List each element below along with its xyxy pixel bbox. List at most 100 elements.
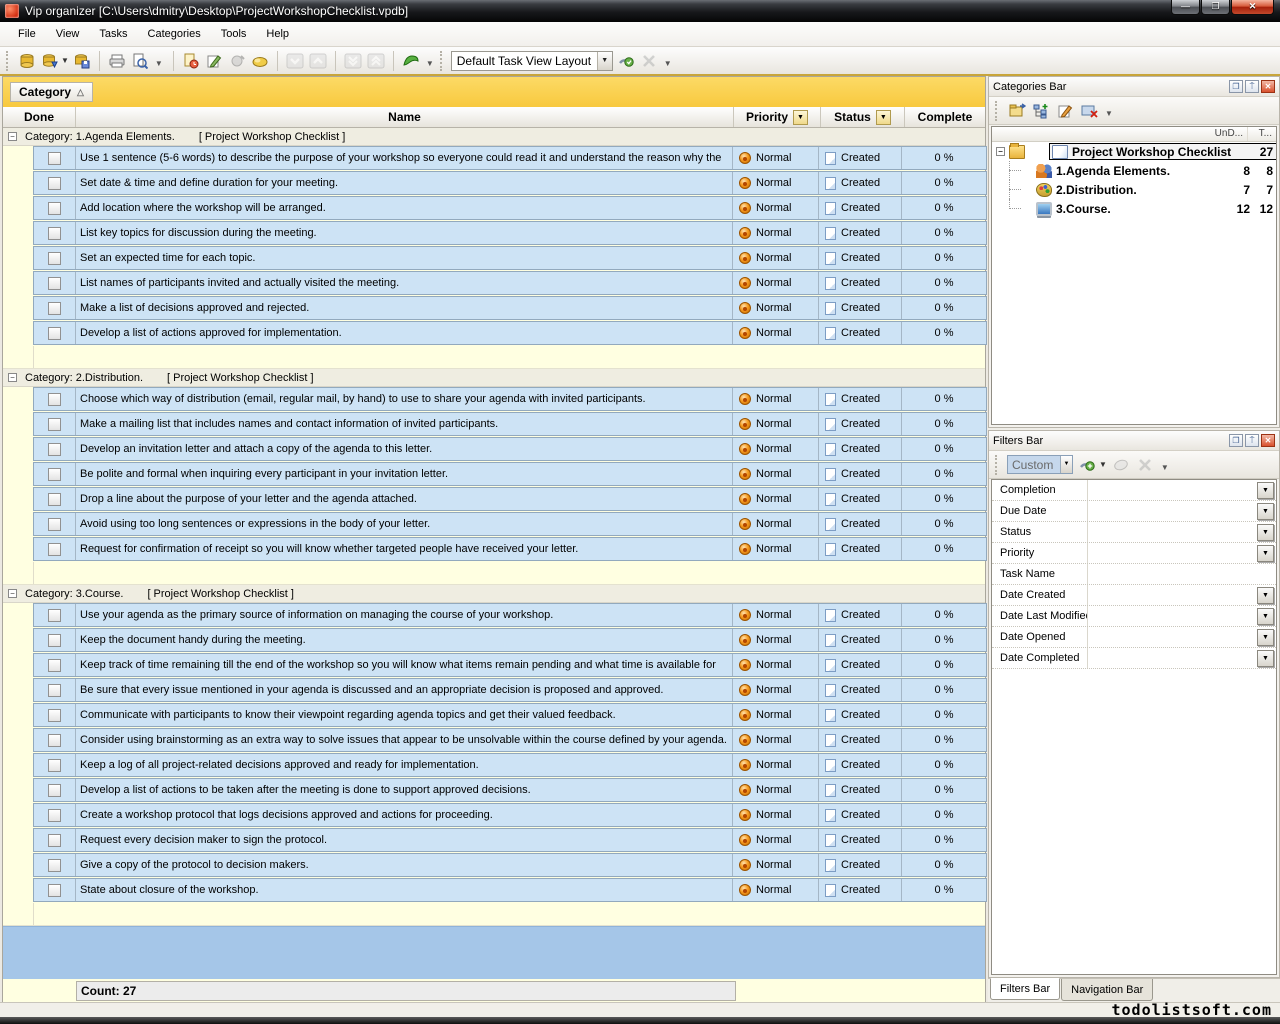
layout-overflow[interactable]: ▼ — [664, 59, 672, 68]
done-checkbox[interactable] — [48, 634, 61, 647]
new-database-button[interactable] — [17, 51, 37, 71]
done-checkbox[interactable] — [48, 302, 61, 315]
panel-close-icon[interactable]: ✕ — [1261, 434, 1275, 447]
filter-row-dropdown[interactable]: ▼ — [1257, 545, 1274, 562]
filter-row-dropdown[interactable]: ▼ — [1257, 608, 1274, 625]
done-checkbox[interactable] — [48, 659, 61, 672]
task-row[interactable]: Avoid using too long sentences or expres… — [33, 512, 987, 536]
task-row[interactable]: Request every decision maker to sign the… — [33, 828, 987, 852]
done-checkbox[interactable] — [48, 177, 61, 190]
clear-filter-button[interactable] — [1111, 455, 1131, 475]
filter-preset-combo[interactable]: Custom ▼ — [1007, 455, 1073, 474]
done-checkbox[interactable] — [48, 884, 61, 897]
done-checkbox[interactable] — [48, 227, 61, 240]
move-bottom-button[interactable] — [343, 51, 363, 71]
move-down-button[interactable] — [285, 51, 305, 71]
collapse-icon[interactable]: − — [8, 132, 17, 141]
move-up-button[interactable] — [308, 51, 328, 71]
filter-row-dropdown[interactable]: ▼ — [1257, 482, 1274, 499]
menu-item-tools[interactable]: Tools — [211, 24, 257, 44]
done-checkbox[interactable] — [48, 709, 61, 722]
task-row[interactable]: Set date & time and define duration for … — [33, 171, 987, 195]
new-task-button[interactable] — [181, 51, 201, 71]
column-header-status[interactable]: Status▼ — [821, 107, 905, 127]
tree-category-item[interactable]: 2.Distribution. 7 7 — [992, 180, 1276, 199]
filter-row-dropdown[interactable]: ▼ — [1257, 650, 1274, 667]
filter-row-dropdown[interactable]: ▼ — [1257, 629, 1274, 646]
edit-task-button[interactable] — [204, 51, 224, 71]
save-filter-caret[interactable]: ▼ — [1099, 460, 1107, 469]
task-row[interactable]: Keep track of time remaining till the en… — [33, 653, 987, 677]
panel-pin-icon[interactable]: ⍑ — [1245, 434, 1259, 447]
task-row[interactable]: Set an expected time for each topic. Nor… — [33, 246, 987, 270]
tab-navigation-bar[interactable]: Navigation Bar — [1061, 979, 1153, 1001]
task-row[interactable]: Consider using brainstorming as an extra… — [33, 728, 987, 752]
add-category-button[interactable] — [1031, 101, 1051, 121]
priority-filter-dropdown[interactable]: ▼ — [793, 110, 808, 125]
done-checkbox[interactable] — [48, 327, 61, 340]
category-group-row[interactable]: − Category: 2.Distribution. [ Project Wo… — [3, 369, 985, 387]
done-checkbox[interactable] — [48, 277, 61, 290]
filter-row-dropdown[interactable]: ▼ — [1257, 524, 1274, 541]
done-checkbox[interactable] — [48, 834, 61, 847]
tab-filters-bar[interactable]: Filters Bar — [990, 978, 1060, 1000]
panel-pin-icon[interactable]: ⍑ — [1245, 80, 1259, 93]
restore-button[interactable]: ❐ — [1201, 0, 1230, 15]
done-checkbox[interactable] — [48, 493, 61, 506]
done-checkbox[interactable] — [48, 252, 61, 265]
minimize-button[interactable]: — — [1171, 0, 1200, 15]
new-list-button[interactable] — [1007, 101, 1027, 121]
task-row[interactable]: Add location where the workshop will be … — [33, 196, 987, 220]
task-row[interactable]: List key topics for discussion during th… — [33, 221, 987, 245]
tree-header-total[interactable]: T... — [1248, 127, 1276, 141]
task-row[interactable]: Make a mailing list that includes names … — [33, 412, 987, 436]
panel-close-icon[interactable]: ✕ — [1261, 80, 1275, 93]
tree-collapse-icon[interactable]: − — [996, 147, 1005, 156]
done-checkbox[interactable] — [48, 152, 61, 165]
task-row[interactable]: Use 1 sentence (5-6 words) to describe t… — [33, 146, 987, 170]
status-filter-dropdown[interactable]: ▼ — [876, 110, 891, 125]
delete-task-button[interactable] — [227, 51, 247, 71]
save-filter-button[interactable] — [1077, 455, 1097, 475]
notification-button[interactable] — [401, 51, 421, 71]
categories-toolbar-overflow[interactable]: ▼ — [1105, 109, 1113, 118]
close-button[interactable]: ✕ — [1231, 0, 1274, 15]
delete-layout-button[interactable] — [639, 51, 659, 71]
done-checkbox[interactable] — [48, 202, 61, 215]
done-checkbox[interactable] — [48, 418, 61, 431]
save-layout-button[interactable] — [616, 51, 636, 71]
group-by-category-button[interactable]: Category △ — [10, 82, 93, 102]
filter-preset-dropdown[interactable]: ▼ — [1060, 456, 1072, 473]
task-row[interactable]: Develop an invitation letter and attach … — [33, 437, 987, 461]
complete-task-button[interactable] — [250, 51, 270, 71]
done-checkbox[interactable] — [48, 859, 61, 872]
category-group-row[interactable]: − Category: 3.Course. [ Project Workshop… — [3, 585, 985, 603]
task-row[interactable]: Develop a list of actions to be taken af… — [33, 778, 987, 802]
task-row[interactable]: Request for confirmation of receipt so y… — [33, 537, 987, 561]
task-row[interactable]: Drop a line about the purpose of your le… — [33, 487, 987, 511]
task-row[interactable]: Be sure that every issue mentioned in yo… — [33, 678, 987, 702]
collapse-icon[interactable]: − — [8, 373, 17, 382]
filter-row-dropdown[interactable]: ▼ — [1257, 503, 1274, 520]
print-group-overflow[interactable]: ▼ — [155, 59, 163, 68]
task-row[interactable]: Communicate with participants to know th… — [33, 703, 987, 727]
save-database-button[interactable] — [72, 51, 92, 71]
task-row[interactable]: Keep the document handy during the meeti… — [33, 628, 987, 652]
task-row[interactable]: State about closure of the workshop. Nor… — [33, 878, 987, 902]
filter-row-dropdown[interactable]: ▼ — [1257, 587, 1274, 604]
done-checkbox[interactable] — [48, 543, 61, 556]
filters-toolbar-overflow[interactable]: ▼ — [1161, 463, 1169, 472]
tree-header-undone[interactable]: UnD... — [1202, 127, 1248, 141]
tree-root-row[interactable]: − Project Workshop Checklist 27 27 — [992, 142, 1276, 161]
done-checkbox[interactable] — [48, 684, 61, 697]
task-row[interactable]: List names of participants invited and a… — [33, 271, 987, 295]
done-checkbox[interactable] — [48, 759, 61, 772]
delete-category-button[interactable] — [1079, 101, 1099, 121]
task-row[interactable]: Keep a log of all project-related decisi… — [33, 753, 987, 777]
notification-overflow[interactable]: ▼ — [426, 59, 434, 68]
menu-item-file[interactable]: File — [8, 24, 46, 44]
open-database-button[interactable] — [40, 51, 60, 71]
menu-item-categories[interactable]: Categories — [138, 24, 211, 44]
edit-category-button[interactable] — [1055, 101, 1075, 121]
column-header-done[interactable]: Done — [3, 107, 76, 127]
